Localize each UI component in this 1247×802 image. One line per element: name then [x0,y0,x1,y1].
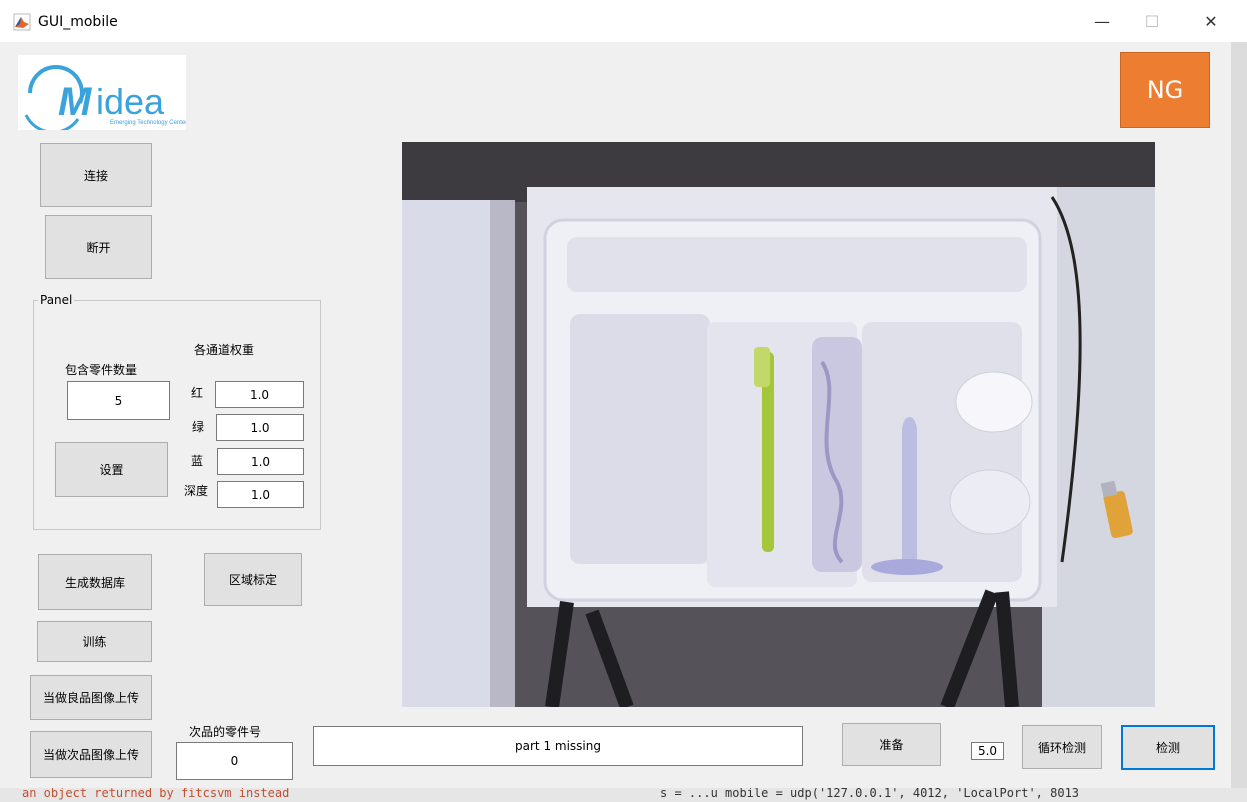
upload-good-image-button[interactable]: 当做良品图像上传 [30,675,152,720]
green-weight-input[interactable]: 1.0 [216,414,304,441]
set-button[interactable]: 设置 [55,442,168,497]
maximize-icon: ☐ [1144,11,1160,31]
prepare-button[interactable]: 准备 [842,723,941,766]
interval-input[interactable]: 5.0 [971,742,1004,760]
ng-result-indicator: NG [1120,52,1210,128]
generate-database-button[interactable]: 生成数据库 [38,554,152,610]
green-channel-label: 绿 [192,420,205,434]
svg-text:Emerging Technology Center: Emerging Technology Center [110,120,186,126]
maximize-button[interactable]: ☐ [1129,0,1175,42]
red-weight-input[interactable]: 1.0 [215,381,304,408]
background-code-text: an object returned by fitcsvm instead [22,788,290,800]
background-code-text-2: s = ...u mobile = udp('127.0.0.1', 4012,… [660,788,1080,800]
svg-text:M: M [58,80,93,124]
panel-title: Panel [38,293,75,307]
background-code-strip: an object returned by fitcsvm instead s … [0,788,1247,802]
disconnect-button[interactable]: 断开 [45,215,152,279]
title-bar [0,0,1247,42]
matlab-icon [13,13,31,31]
part-count-label: 包含零件数量 [65,363,138,377]
svg-text:idea: idea [96,81,165,122]
background-editor-edge [1231,42,1247,802]
camera-image-view [402,142,1155,707]
depth-weight-input[interactable]: 1.0 [217,481,304,508]
blue-weight-input[interactable]: 1.0 [217,448,304,475]
depth-channel-label: 深度 [184,484,209,498]
detect-button[interactable]: 检测 [1121,725,1215,770]
red-channel-label: 红 [191,386,204,400]
window-title: GUI_mobile [38,14,118,30]
minimize-button[interactable]: — [1079,0,1125,42]
midea-logo: M idea Emerging Technology Center [18,55,187,134]
connect-button[interactable]: 连接 [40,143,152,207]
defect-part-label: 次品的零件号 [189,725,262,739]
upload-defect-image-button[interactable]: 当做次品图像上传 [30,731,152,778]
minimize-icon: — [1094,11,1110,31]
part-count-input[interactable]: 5 [67,381,170,420]
train-button[interactable]: 训练 [37,621,152,662]
status-message-field[interactable]: part 1 missing [313,726,803,766]
defect-part-input[interactable]: 0 [176,742,293,780]
close-button[interactable]: ✕ [1188,0,1234,42]
blue-channel-label: 蓝 [191,454,204,468]
loop-detect-button[interactable]: 循环检测 [1022,725,1102,769]
channel-weights-title: 各通道权重 [194,343,255,357]
close-icon: ✕ [1204,11,1218,31]
region-calibration-button[interactable]: 区域标定 [204,553,302,606]
